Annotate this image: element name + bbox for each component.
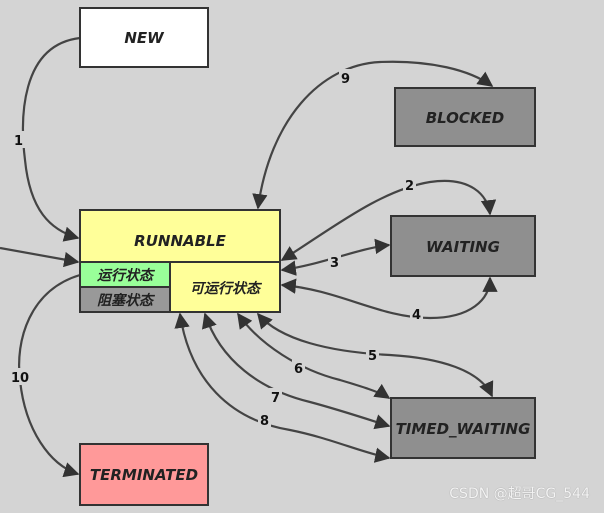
label-4: 4 bbox=[412, 308, 421, 323]
arrow-4 bbox=[280, 276, 498, 320]
state-runnable-label: RUNNABLE bbox=[134, 232, 226, 250]
substate-blocking-label: 阻塞状态 bbox=[97, 292, 156, 309]
label-2: 2 bbox=[405, 179, 414, 194]
substate-ready-label: 可运行状态 bbox=[190, 280, 263, 297]
arrow-1 bbox=[21, 36, 81, 242]
label-9: 9 bbox=[341, 72, 350, 87]
label-7: 7 bbox=[271, 391, 280, 406]
label-8: 8 bbox=[260, 414, 269, 429]
watermark: CSDN @超哥CG_544 bbox=[449, 486, 590, 502]
state-waiting-label: WAITING bbox=[426, 238, 500, 256]
thread-state-diagram: 1 2 3 4 5 6 7 8 9 10 NEW BLOCKED WAITING… bbox=[0, 0, 604, 513]
diagram-canvas: 1 2 3 4 5 6 7 8 9 10 NEW BLOCKED WAITING… bbox=[0, 7, 536, 506]
state-terminated-label: TERMINATED bbox=[90, 466, 198, 484]
label-10: 10 bbox=[11, 371, 29, 386]
state-blocked-label: BLOCKED bbox=[426, 109, 505, 127]
arrow-entry bbox=[0, 246, 80, 268]
state-timed-waiting-label: TIMED_WAITING bbox=[396, 420, 531, 438]
substate-running-label: 运行状态 bbox=[97, 267, 156, 284]
label-5: 5 bbox=[368, 349, 377, 364]
state-new-label: NEW bbox=[124, 29, 165, 47]
label-6: 6 bbox=[294, 362, 303, 377]
label-3: 3 bbox=[330, 256, 339, 271]
label-1: 1 bbox=[14, 134, 23, 149]
